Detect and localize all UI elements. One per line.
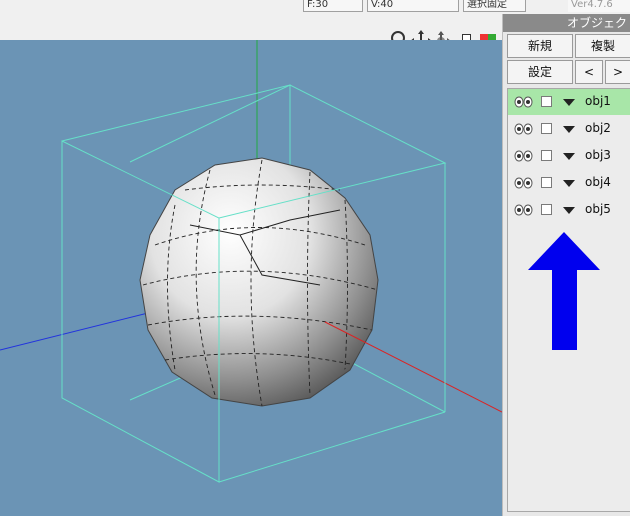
object-row-obj2[interactable]: obj2 <box>508 116 630 142</box>
expand-triangle-icon[interactable] <box>563 99 575 106</box>
lock-checkbox[interactable] <box>541 96 552 107</box>
annotation-arrow-icon <box>528 232 600 350</box>
object-row-obj5[interactable]: obj5 <box>508 197 630 223</box>
object-name: obj1 <box>585 94 611 108</box>
lock-checkbox[interactable] <box>541 177 552 188</box>
expand-triangle-icon[interactable] <box>563 207 575 214</box>
prev-button[interactable]: < <box>575 60 603 84</box>
new-object-button[interactable]: 新規 <box>507 34 573 58</box>
3d-viewport[interactable] <box>0 40 502 516</box>
eye-icon[interactable] <box>514 204 534 216</box>
eye-icon[interactable] <box>514 150 534 162</box>
object-row-obj1[interactable]: obj1 <box>508 89 630 115</box>
sphere-object[interactable] <box>139 157 379 407</box>
lock-checkbox[interactable] <box>541 204 552 215</box>
lock-selection-button[interactable]: 選択固定 <box>463 0 526 12</box>
object-name: obj4 <box>585 175 611 189</box>
lock-checkbox[interactable] <box>541 123 552 134</box>
top-strip: F:30 V:40 選択固定 Ver4.7.6 <box>0 0 630 14</box>
expand-triangle-icon[interactable] <box>563 126 575 133</box>
object-name: obj2 <box>585 121 611 135</box>
next-button[interactable]: > <box>605 60 630 84</box>
object-name: obj5 <box>585 202 611 216</box>
eye-icon[interactable] <box>514 177 534 189</box>
z-axis <box>0 309 161 351</box>
object-row-obj3[interactable]: obj3 <box>508 143 630 169</box>
f-field[interactable]: F:30 <box>303 0 363 12</box>
v-field[interactable]: V:40 <box>367 0 459 12</box>
version-label: Ver4.7.6 <box>568 0 630 12</box>
lock-checkbox[interactable] <box>541 150 552 161</box>
settings-button[interactable]: 設定 <box>507 60 573 84</box>
viewport-toolbar <box>0 14 502 52</box>
panel-title: オブジェクト <box>503 14 630 32</box>
expand-triangle-icon[interactable] <box>563 153 575 160</box>
object-name: obj3 <box>585 148 611 162</box>
eye-icon[interactable] <box>514 123 534 135</box>
eye-icon[interactable] <box>514 96 534 108</box>
duplicate-button[interactable]: 複製 <box>575 34 630 58</box>
scene-canvas[interactable] <box>0 40 502 516</box>
object-row-obj4[interactable]: obj4 <box>508 170 630 196</box>
expand-triangle-icon[interactable] <box>563 180 575 187</box>
